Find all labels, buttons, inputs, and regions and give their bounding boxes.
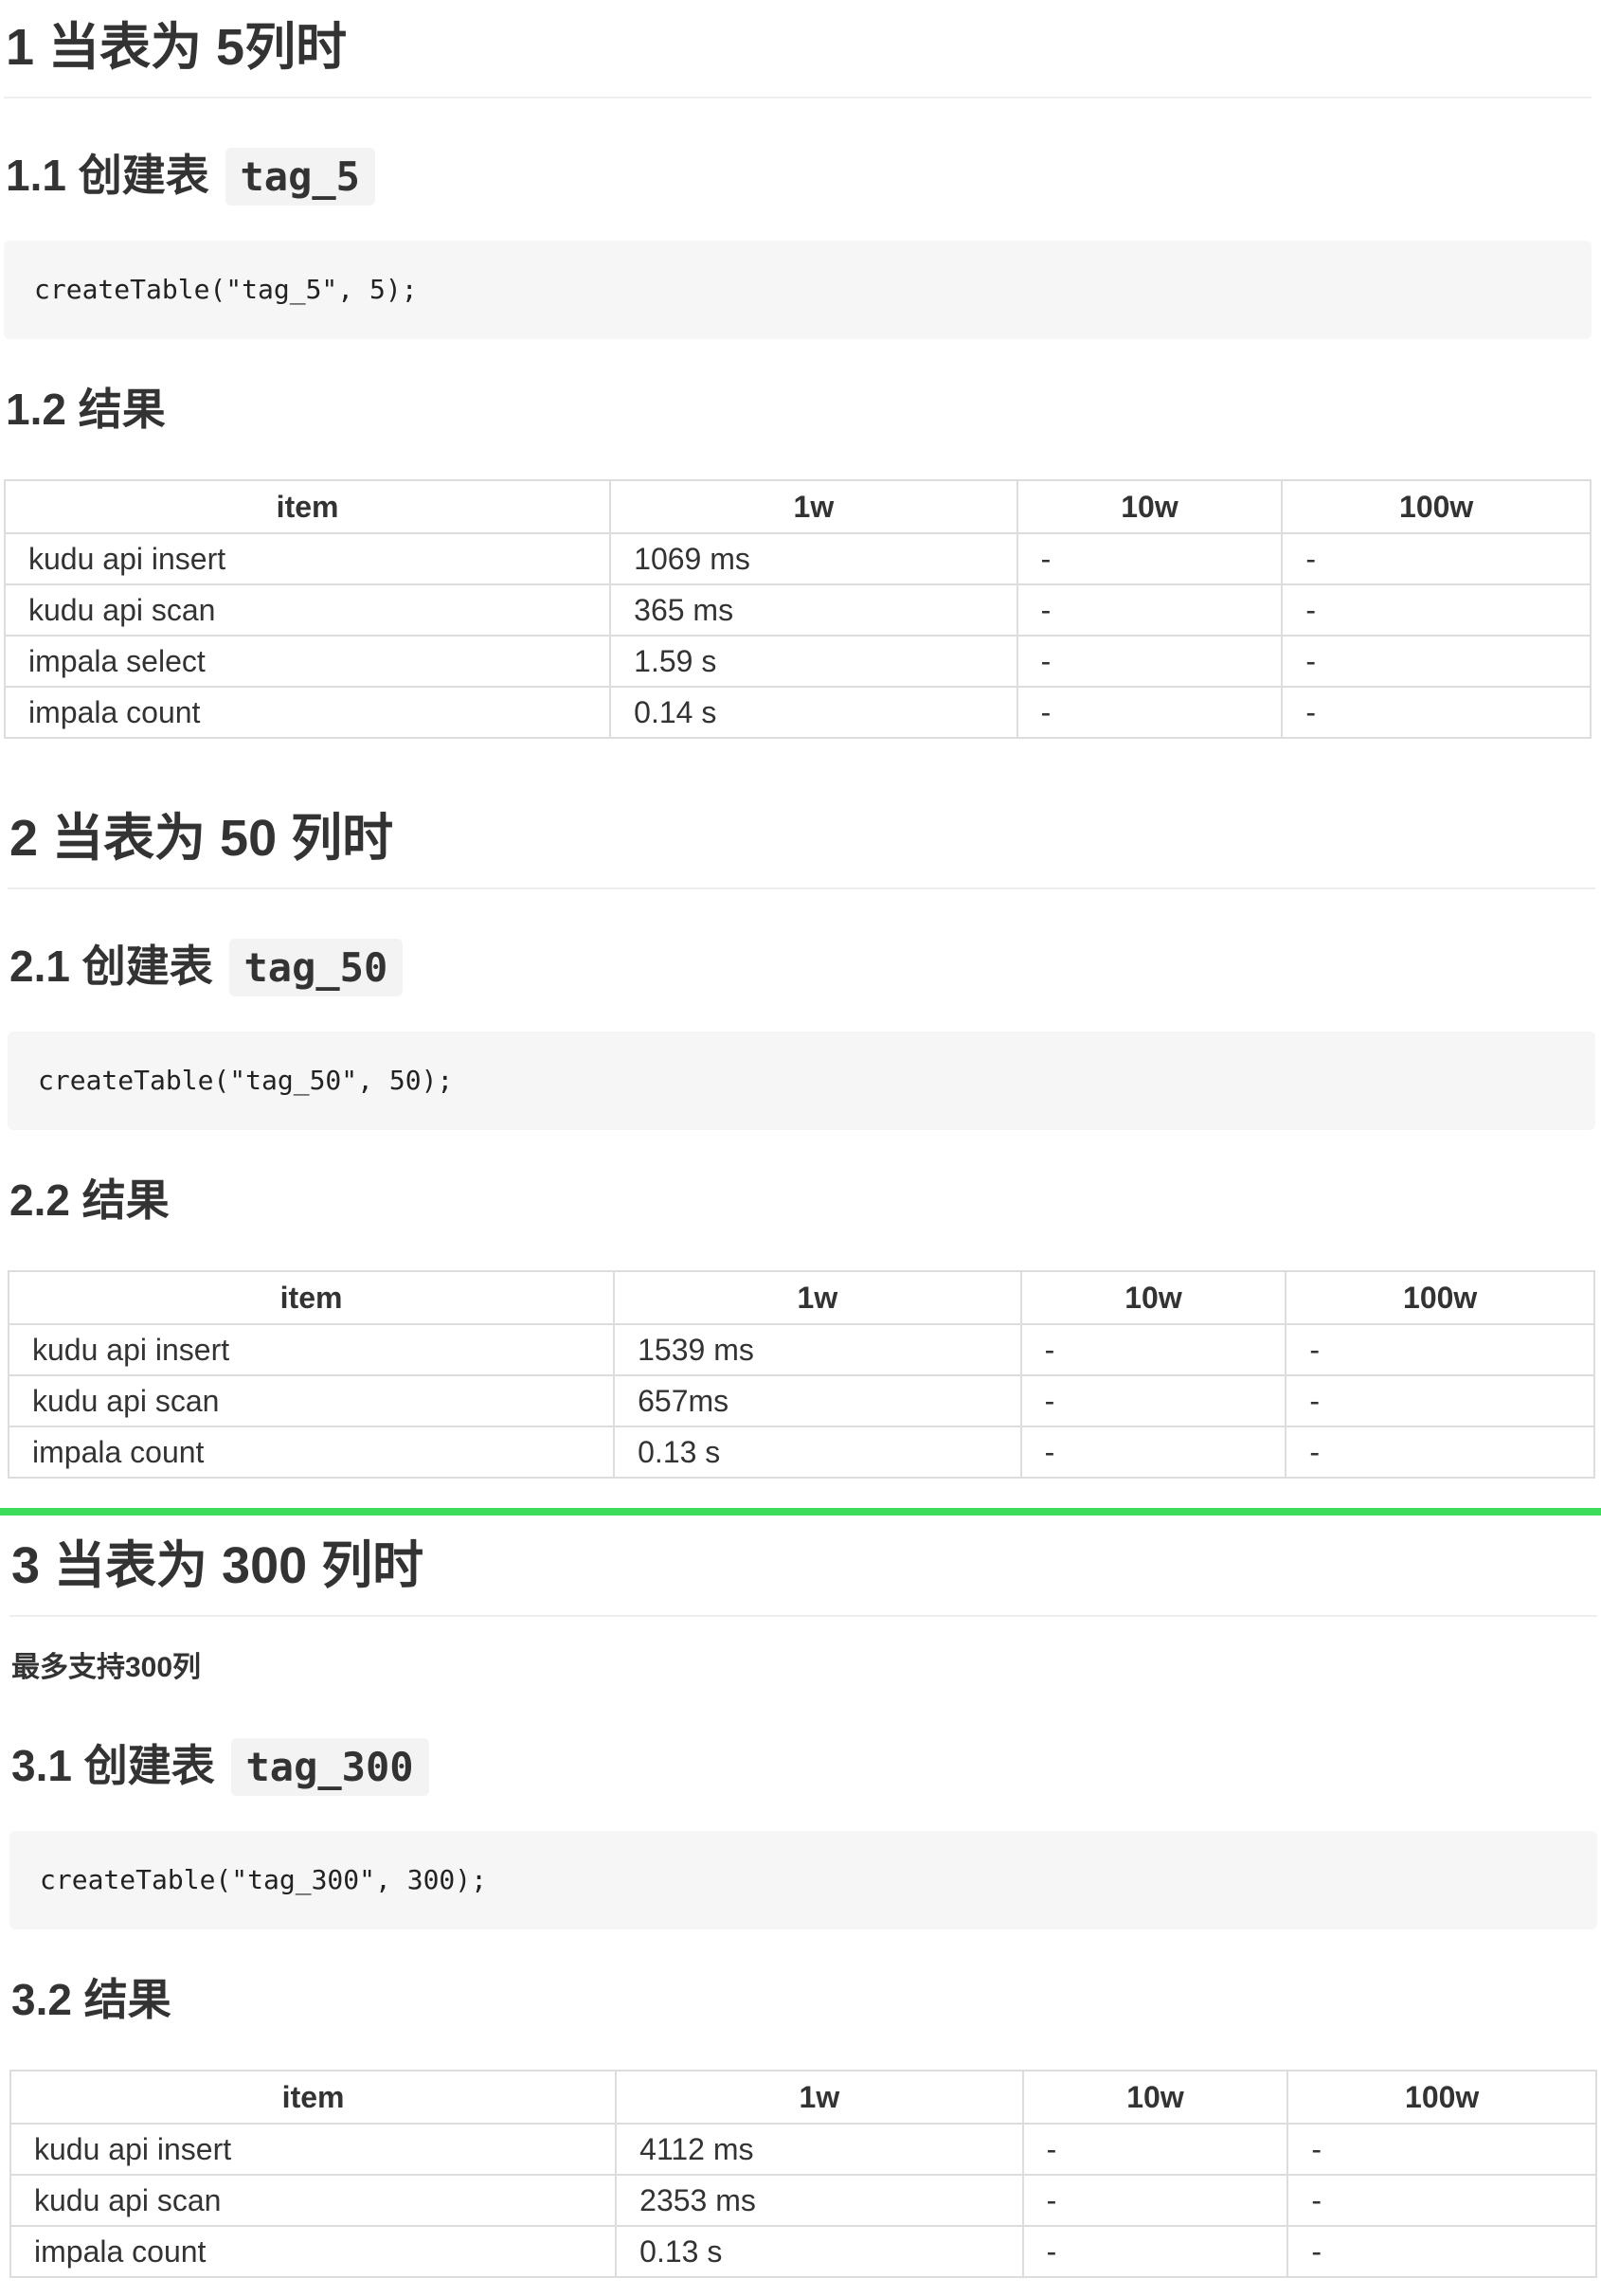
table-cell: 1539 ms <box>613 1323 1022 1376</box>
table-cell: 0.14 s <box>609 686 1018 739</box>
section-1-results-table: item 1w 10w 100w kudu api insert 1069 ms… <box>3 479 1592 739</box>
table-cell: 4112 ms <box>615 2123 1024 2176</box>
section-3-create-heading-text: 3.1 创建表 <box>11 1741 215 1790</box>
column-header-10w: 10w <box>1016 479 1284 534</box>
table-row: impala select 1.59 s - - <box>3 635 1592 688</box>
section-2-result-heading: 2.2 结果 <box>9 1175 170 1225</box>
section-2-create-heading-text: 2.1 创建表 <box>9 942 213 991</box>
table-cell: - <box>1281 583 1592 637</box>
column-header-1w: 1w <box>609 479 1018 534</box>
table-cell: - <box>1019 1323 1287 1376</box>
table-cell: 2353 ms <box>615 2174 1024 2227</box>
table-cell: 0.13 s <box>613 1426 1022 1479</box>
section-2-code-block: createTable("tag_50", 50); <box>8 1031 1595 1130</box>
section-2: 2 当表为 50 列时 2.1 创建表 tag_50 createTable("… <box>7 791 1595 1479</box>
table-cell: - <box>1016 532 1284 585</box>
table-row: impala count 0.13 s - - <box>7 1426 1595 1479</box>
section-3-title: 3 当表为 300 列时 <box>9 1518 1597 1617</box>
table-cell: 365 ms <box>609 583 1018 637</box>
table-cell: - <box>1281 686 1592 739</box>
table-cell: 657ms <box>613 1374 1022 1427</box>
table-row: kudu api insert 1539 ms - - <box>7 1323 1595 1376</box>
section-3-note: 最多支持300列 <box>11 1652 202 1683</box>
section-2-title: 2 当表为 50 列时 <box>8 791 1595 889</box>
column-header-item: item <box>7 1270 616 1325</box>
table-row: impala count 0.14 s - - <box>3 686 1592 739</box>
table-cell: impala count <box>3 686 612 739</box>
table-cell: impala count <box>9 2225 618 2278</box>
highlight-divider-line <box>0 1508 1601 1516</box>
table-cell: - <box>1286 2123 1597 2176</box>
section-1-create-heading-text: 1.1 创建表 <box>6 151 209 200</box>
column-header-100w: 100w <box>1281 479 1592 534</box>
table-cell: - <box>1285 1374 1595 1427</box>
section-3: 3 当表为 300 列时 最多支持300列 3.1 创建表 tag_300 cr… <box>9 1518 1597 2278</box>
table-cell: - <box>1021 2123 1289 2176</box>
table-cell: - <box>1016 635 1284 688</box>
table-cell: kudu api insert <box>3 532 612 585</box>
table-cell: kudu api scan <box>3 583 612 637</box>
table-cell: - <box>1281 532 1592 585</box>
table-row: kudu api scan 365 ms - - <box>3 583 1592 637</box>
column-header-100w: 100w <box>1285 1270 1595 1325</box>
table-cell: kudu api scan <box>7 1374 616 1427</box>
section-1-table-name-code: tag_5 <box>225 148 375 206</box>
column-header-1w: 1w <box>615 2070 1024 2125</box>
table-header-row: item 1w 10w 100w <box>9 2070 1597 2125</box>
table-header-row: item 1w 10w 100w <box>3 479 1592 534</box>
table-cell: - <box>1021 2225 1289 2278</box>
table-cell: - <box>1281 635 1592 688</box>
table-row: kudu api insert 4112 ms - - <box>9 2123 1597 2176</box>
table-cell: kudu api scan <box>9 2174 618 2227</box>
table-row: kudu api insert 1069 ms - - <box>3 532 1592 585</box>
section-1-create-heading: 1.1 创建表 tag_5 <box>6 142 1592 208</box>
column-header-item: item <box>9 2070 618 2125</box>
table-cell: - <box>1286 2174 1597 2227</box>
column-header-10w: 10w <box>1021 2070 1289 2125</box>
table-row: kudu api scan 657ms - - <box>7 1374 1595 1427</box>
section-3-table-name-code: tag_300 <box>230 1738 429 1796</box>
section-2-create-heading: 2.1 创建表 tag_50 <box>9 933 1595 999</box>
table-row: impala count 0.13 s - - <box>9 2225 1597 2278</box>
section-1-title: 1 当表为 5列时 <box>4 0 1592 99</box>
table-cell: - <box>1016 686 1284 739</box>
section-1-code-block: createTable("tag_5", 5); <box>4 241 1592 339</box>
table-cell: - <box>1286 2225 1597 2278</box>
section-3-code-block: createTable("tag_300", 300); <box>9 1831 1597 1929</box>
table-cell: 1.59 s <box>609 635 1018 688</box>
table-cell: 1069 ms <box>609 532 1018 585</box>
table-cell: kudu api insert <box>9 2123 618 2176</box>
table-cell: - <box>1016 583 1284 637</box>
section-1: 1 当表为 5列时 1.1 创建表 tag_5 createTable("tag… <box>3 0 1592 739</box>
table-header-row: item 1w 10w 100w <box>7 1270 1595 1325</box>
section-3-result-heading: 3.2 结果 <box>11 1975 171 2024</box>
section-1-result-heading: 1.2 结果 <box>6 385 166 434</box>
table-cell: - <box>1019 1374 1287 1427</box>
table-cell: - <box>1285 1426 1595 1479</box>
section-3-results-table: item 1w 10w 100w kudu api insert 4112 ms… <box>9 2070 1597 2278</box>
table-cell: impala count <box>7 1426 616 1479</box>
section-3-create-heading: 3.1 创建表 tag_300 <box>11 1732 1597 1799</box>
section-2-table-name-code: tag_50 <box>228 939 404 996</box>
table-cell: - <box>1019 1426 1287 1479</box>
column-header-10w: 10w <box>1019 1270 1287 1325</box>
table-cell: - <box>1285 1323 1595 1376</box>
column-header-1w: 1w <box>613 1270 1022 1325</box>
table-cell: - <box>1021 2174 1289 2227</box>
section-2-results-table: item 1w 10w 100w kudu api insert 1539 ms… <box>7 1270 1595 1479</box>
table-cell: impala select <box>3 635 612 688</box>
table-cell: kudu api insert <box>7 1323 616 1376</box>
column-header-item: item <box>3 479 612 534</box>
table-row: kudu api scan 2353 ms - - <box>9 2174 1597 2227</box>
table-cell: 0.13 s <box>615 2225 1024 2278</box>
column-header-100w: 100w <box>1286 2070 1597 2125</box>
